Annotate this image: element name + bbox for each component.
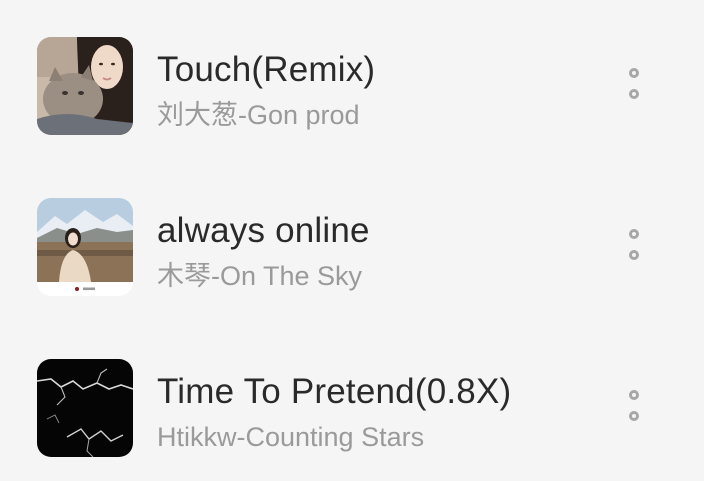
more-vertical-icon: [629, 89, 639, 99]
more-vertical-icon: [629, 411, 639, 421]
song-list: Touch(Remix) 刘大葱-Gon prod always online …: [0, 0, 708, 481]
album-cover-mountain-portrait: [37, 198, 133, 296]
song-title: always online: [157, 211, 370, 250]
album-art-image: [37, 198, 133, 296]
album-cover-portrait-with-cat: [37, 37, 133, 135]
song-row[interactable]: Touch(Remix) 刘大葱-Gon prod: [0, 37, 704, 137]
song-artist-album: 刘大葱-Gon prod: [157, 100, 360, 130]
song-title: Time To Pretend(0.8X): [157, 372, 512, 411]
song-row[interactable]: always online 木琴-On The Sky: [0, 198, 704, 298]
song-list-screen: Touch(Remix) 刘大葱-Gon prod always online …: [0, 0, 708, 481]
song-title: Touch(Remix): [157, 50, 376, 89]
more-options-button[interactable]: [618, 65, 654, 111]
more-options-button[interactable]: [618, 387, 654, 433]
album-art-image: [37, 359, 133, 457]
song-artist-album: Htikkw-Counting Stars: [157, 422, 425, 452]
more-options-button[interactable]: [618, 226, 654, 272]
album-cover-lightning: [37, 359, 133, 457]
song-row[interactable]: Time To Pretend(0.8X) Htikkw-Counting St…: [0, 359, 704, 459]
album-art-image: [37, 37, 133, 135]
more-vertical-icon: [629, 229, 639, 239]
song-artist-album: 木琴-On The Sky: [157, 261, 363, 291]
scroll-edge: [704, 0, 708, 481]
more-vertical-icon: [629, 250, 639, 260]
more-vertical-icon: [629, 68, 639, 78]
more-vertical-icon: [629, 390, 639, 400]
